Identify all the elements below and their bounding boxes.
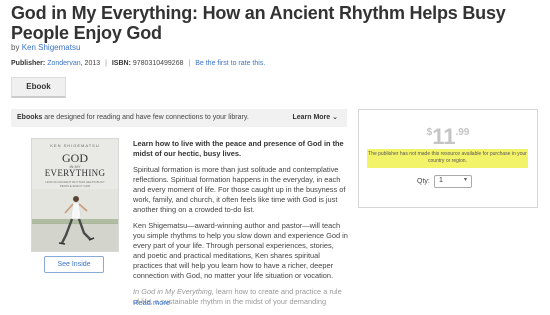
learn-more-label: Learn More xyxy=(292,114,331,121)
description-paragraph: Ken Shigematsu—award-winning author and … xyxy=(133,221,348,280)
publisher-label: Publisher: xyxy=(11,60,46,67)
availability-notice: The publisher has not made this resource… xyxy=(367,149,528,168)
price-dollars: 11 xyxy=(432,124,456,149)
author-link[interactable]: Ken Shigematsu xyxy=(22,43,81,52)
publisher-link[interactable]: Zondervan xyxy=(47,60,80,67)
format-info-bar: Ebooks are designed for reading and have… xyxy=(11,109,347,127)
cover-title-word: EVERYTHING xyxy=(44,168,106,178)
chevron-down-icon: ⌄ xyxy=(332,114,338,121)
cover-author: KEN SHIGEMATSU xyxy=(50,143,100,148)
cover-subtitle: HOW AN ANCIENT RHYTHM HELPS BUSY PEOPLE … xyxy=(45,180,105,188)
description-lead: Learn how to live with the peace and pre… xyxy=(133,139,344,158)
learn-more-button[interactable]: Learn More ⌄ xyxy=(292,109,338,127)
meta-separator: | xyxy=(105,60,107,67)
rate-link[interactable]: Be the first to rate this. xyxy=(195,60,265,67)
description-italic: In God in My Everything, xyxy=(133,287,214,296)
isbn-label: ISBN: xyxy=(111,60,131,67)
see-inside-button[interactable]: See Inside xyxy=(44,256,104,273)
price-currency: $ xyxy=(426,127,433,138)
format-info-text: Ebooks are designed for reading and have… xyxy=(17,109,249,127)
price: $11.99 xyxy=(359,124,537,150)
book-cover[interactable]: KEN SHIGEMATSU GOD IN MY EVERYTHING HOW … xyxy=(31,138,119,252)
quantity-select[interactable]: 1 ▾ xyxy=(434,175,472,188)
page-title: God in My Everything: How an Ancient Rhy… xyxy=(11,3,506,43)
byline: by Ken Shigematsu xyxy=(11,43,80,52)
quantity-label: Qty: xyxy=(417,178,430,185)
cover-illustration xyxy=(32,189,118,251)
format-info-bold: Ebooks xyxy=(17,114,43,121)
tab-ebook[interactable]: Ebook xyxy=(11,77,66,98)
chevron-down-icon: ▾ xyxy=(463,177,467,183)
read-more-link[interactable]: Read more xyxy=(133,298,170,307)
purchase-panel: $11.99 The publisher has not made this r… xyxy=(358,109,538,208)
price-cents: .99 xyxy=(455,127,470,138)
isbn-value: 9780310499268 xyxy=(132,60,184,67)
format-info-body: are designed for reading and have few co… xyxy=(42,114,249,121)
quantity-value: 1 xyxy=(439,177,443,184)
meta-separator: | xyxy=(188,60,191,67)
publication-year: , 2013 xyxy=(80,60,101,67)
product-description: Learn how to live with the peace and pre… xyxy=(133,139,348,313)
description-paragraph: Spiritual formation is more than just so… xyxy=(133,165,346,214)
byline-prefix: by xyxy=(11,43,20,52)
product-meta: Publisher: Zondervan, 2013 | ISBN: 97803… xyxy=(11,60,265,67)
